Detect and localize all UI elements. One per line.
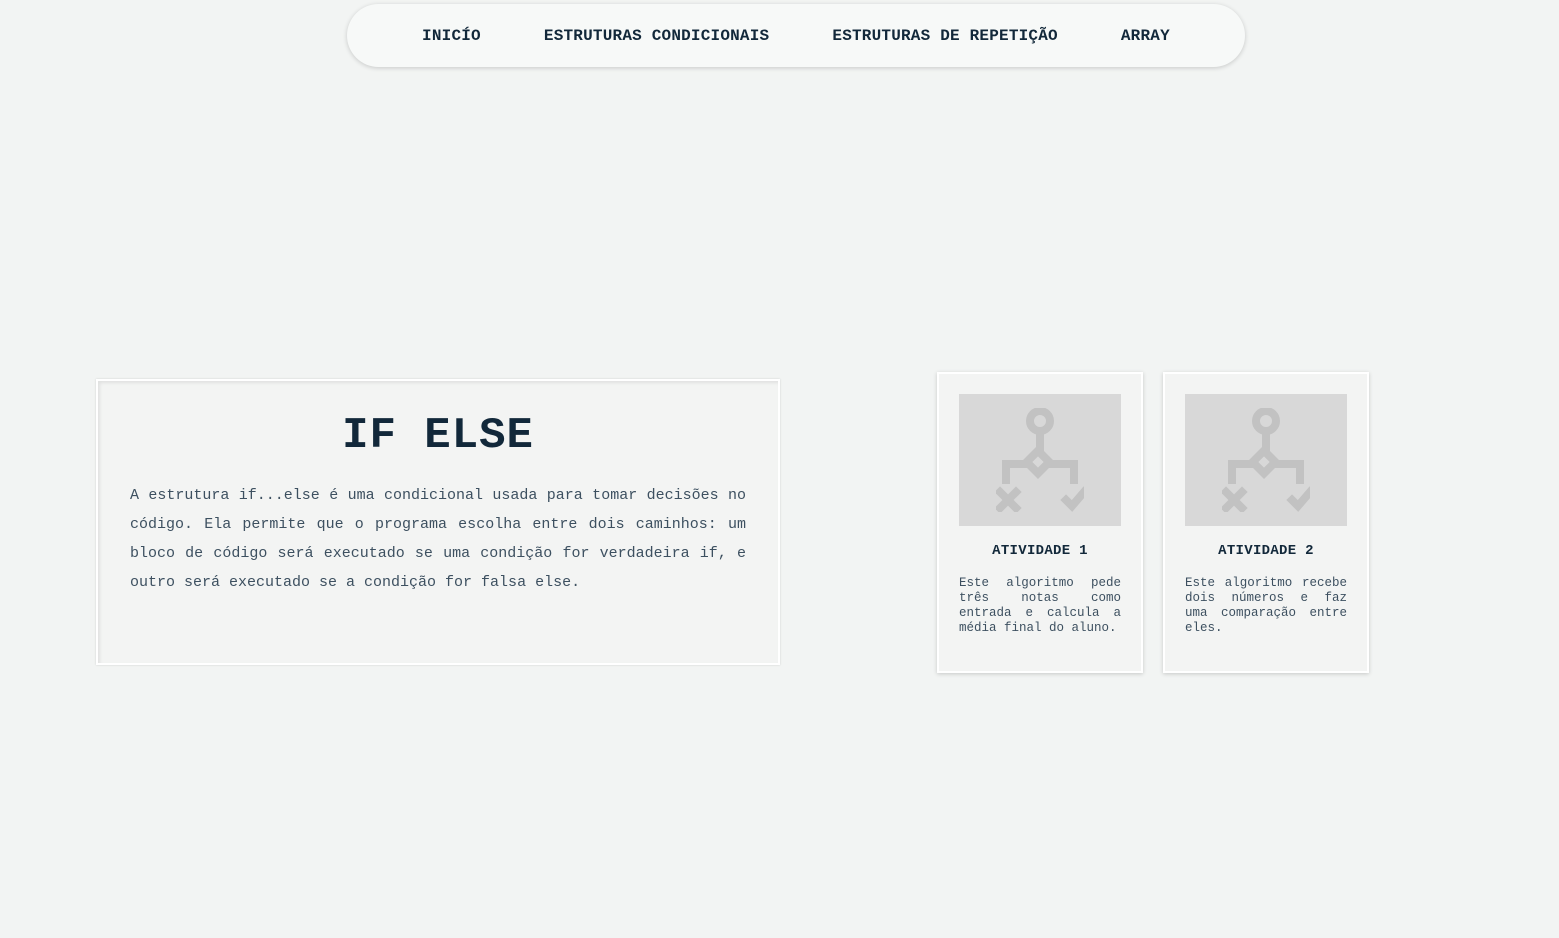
card-image (959, 394, 1121, 526)
decision-flow-icon (1222, 408, 1310, 512)
activity-card-2[interactable]: ATIVIDADE 2 Este algoritmo recebe dois n… (1163, 372, 1369, 673)
top-navigation: INICÍO ESTRUTURAS CONDICIONAIS ESTRUTURA… (347, 4, 1245, 67)
nav-link-inicio[interactable]: INICÍO (422, 27, 481, 45)
card-description: Este algoritmo pede três notas como entr… (959, 576, 1121, 635)
decision-flow-icon (996, 408, 1084, 512)
info-description: A estrutura if...else é uma condicional … (130, 487, 746, 591)
nav-link-array[interactable]: ARRAY (1121, 27, 1170, 45)
info-title: IF ELSE (342, 411, 534, 461)
activity-card-1[interactable]: ATIVIDADE 1 Este algoritmo pede três not… (937, 372, 1143, 673)
card-image (1185, 394, 1347, 526)
card-title: ATIVIDADE 1 (992, 543, 1088, 559)
if-else-info-box: IF ELSE A estrutura if...else é uma cond… (96, 379, 780, 665)
nav-link-estruturas-condicionais[interactable]: ESTRUTURAS CONDICIONAIS (544, 27, 769, 45)
card-title: ATIVIDADE 2 (1218, 543, 1314, 559)
nav-link-estruturas-de-repeticao[interactable]: ESTRUTURAS DE REPETIÇÃO (832, 27, 1057, 45)
card-description: Este algoritmo recebe dois números e faz… (1185, 576, 1347, 635)
